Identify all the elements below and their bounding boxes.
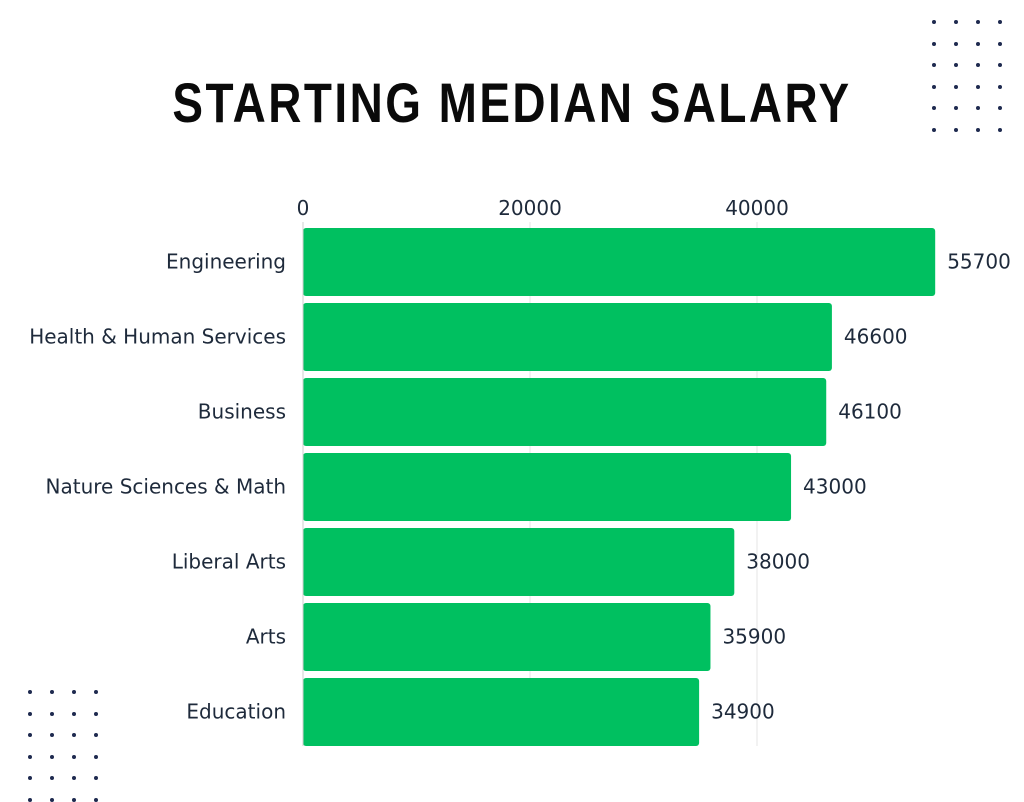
decorative-dot [50, 754, 54, 759]
bar [303, 678, 700, 746]
decorative-dot [72, 754, 76, 759]
decorative-dot [28, 690, 32, 694]
decorative-dot [94, 776, 98, 780]
data-label: 46600 [844, 325, 908, 349]
decorative-dot [94, 711, 98, 716]
decorative-dot [998, 41, 1002, 46]
decorative-dot [28, 754, 32, 759]
decorative-dot [50, 776, 54, 780]
decorative-dot [998, 127, 1002, 132]
decorative-dot [954, 63, 958, 67]
x-tick-label: 20000 [498, 196, 562, 220]
decorative-dot [72, 797, 76, 802]
category-label: Liberal Arts [172, 550, 286, 574]
data-label: 35900 [722, 625, 786, 649]
decorative-dot [72, 733, 76, 737]
decorative-dot [932, 127, 936, 132]
category-label: Business [198, 400, 286, 424]
decorative-dot [954, 127, 958, 132]
decorative-dot [28, 776, 32, 780]
decorative-dot [976, 63, 980, 67]
decorative-dot [50, 797, 54, 802]
decorative-dot [932, 63, 936, 67]
bar-chart: 0 20000 40000 Engineering 55700 Health & Huma… [29, 196, 1011, 746]
decorative-dot [28, 797, 32, 802]
data-label: 38000 [746, 550, 810, 574]
data-label: 46100 [838, 400, 902, 424]
decorative-dot [976, 106, 980, 110]
decorative-dot [50, 690, 54, 694]
decorative-dot [94, 690, 98, 694]
decorative-dot [998, 84, 1002, 89]
bar [303, 228, 936, 296]
bar [303, 603, 711, 671]
decorative-dot [976, 84, 980, 89]
decorative-dot [72, 711, 76, 716]
x-tick-label: 0 [297, 196, 310, 220]
category-label: Health & Human Services [29, 325, 286, 349]
decorative-dot [932, 41, 936, 46]
decorative-dot [954, 41, 958, 46]
bar [303, 528, 735, 596]
decorative-dot [72, 690, 76, 694]
decorative-dot [976, 127, 980, 132]
x-tick-label: 40000 [725, 196, 789, 220]
data-label: 55700 [947, 250, 1011, 274]
bar [303, 378, 827, 446]
decorative-dot [72, 776, 76, 780]
bar [303, 303, 832, 371]
decorative-dot [50, 733, 54, 737]
data-label: 34900 [711, 700, 775, 724]
category-label: Engineering [166, 250, 286, 274]
decorative-dot [976, 41, 980, 46]
decorative-dot [94, 733, 98, 737]
decorative-dot [28, 733, 32, 737]
decorative-dot [954, 20, 958, 24]
decorative-dot [28, 711, 32, 716]
decorative-dot [998, 20, 1002, 24]
decorative-dot [998, 106, 1002, 110]
decorative-dot [932, 20, 936, 24]
category-label: Arts [246, 625, 286, 649]
category-label: Education [186, 700, 286, 724]
decorative-dot [932, 84, 936, 89]
decorative-dot [998, 63, 1002, 67]
category-label: Nature Sciences & Math [46, 475, 286, 499]
bar [303, 453, 792, 521]
decorative-dot [976, 20, 980, 24]
decorative-dot [50, 711, 54, 716]
decorative-dot [94, 797, 98, 802]
decorative-dot [932, 106, 936, 110]
data-label: 43000 [803, 475, 867, 499]
decorative-dot [954, 106, 958, 110]
decorative-dot [94, 754, 98, 759]
decorative-dot [954, 84, 958, 89]
